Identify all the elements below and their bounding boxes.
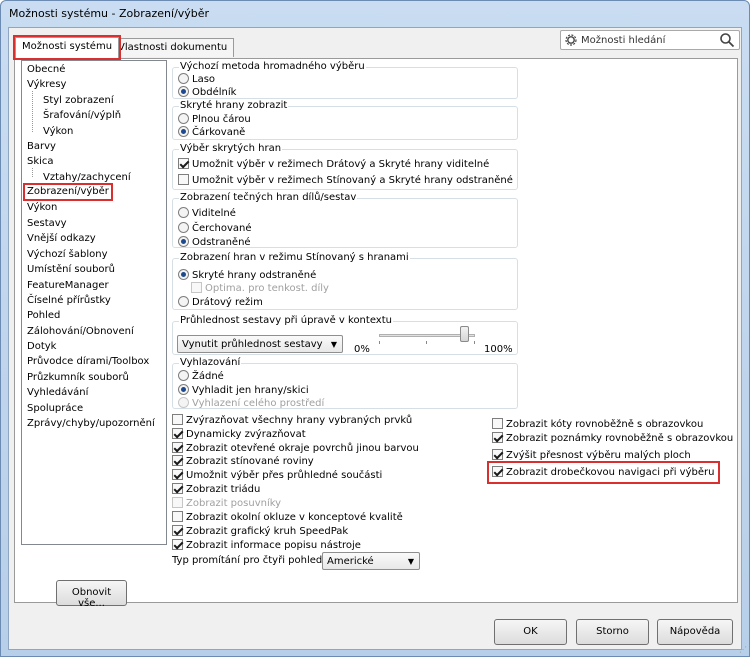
tree-item[interactable]: Výkon bbox=[27, 201, 57, 215]
check-optimize-thin[interactable]: Optima. pro tenkost. díly bbox=[191, 282, 329, 295]
tree-item[interactable]: Vnější odkazy bbox=[27, 232, 96, 246]
tree-item[interactable]: Barvy bbox=[27, 140, 56, 154]
tree-item[interactable]: Průzkumník souborů bbox=[27, 371, 129, 385]
search-icon[interactable] bbox=[719, 32, 735, 51]
radio-wireframe[interactable]: Drátový režim bbox=[178, 296, 263, 309]
radio-hidden-removed[interactable]: Skryté hrany odstraněné bbox=[178, 269, 316, 282]
tree-item-selected[interactable]: Zobrazení/výběr bbox=[23, 183, 113, 201]
tree-item[interactable]: FeatureManager bbox=[27, 279, 109, 293]
options-tree: Obecné Výkresy Styl zobrazení Šrafování/… bbox=[21, 60, 167, 545]
tab-document-properties[interactable]: Vlastnosti dokumentu bbox=[111, 38, 235, 57]
tree-item[interactable]: Skica bbox=[27, 155, 54, 169]
tree-item[interactable]: Sestavy bbox=[27, 217, 67, 231]
window-title: Možnosti systému - Zobrazení/výběr bbox=[9, 7, 210, 20]
radio-solid[interactable]: Plnou čárou bbox=[178, 113, 251, 126]
group-title: Průhlednost sestavy při úpravě v kontext… bbox=[179, 315, 393, 326]
check-select-shaded[interactable]: Umožnit výběr v režimech Stínovaný a Skr… bbox=[178, 174, 513, 187]
gear-icon bbox=[565, 34, 577, 49]
transparency-select[interactable]: Vynutit průhlednost sestavy ▼ bbox=[177, 335, 343, 353]
tree-item[interactable]: Obecné bbox=[27, 63, 65, 77]
chevron-down-icon: ▼ bbox=[330, 340, 337, 349]
transparency-slider-thumb[interactable] bbox=[460, 326, 470, 342]
tree-item[interactable]: Výkresy bbox=[27, 78, 66, 92]
cancel-button[interactable]: Storno bbox=[576, 619, 649, 645]
radio-removed[interactable]: Odstraněné bbox=[178, 236, 251, 249]
group-title: Výchozí metoda hromadného výběru bbox=[179, 61, 366, 72]
search-box[interactable]: Možnosti hledání bbox=[560, 30, 740, 50]
group-title: Vyhlazování bbox=[179, 357, 242, 368]
tab-system-options[interactable]: Možnosti systému bbox=[12, 35, 122, 60]
check-tooltip-info[interactable]: Zobrazit informace popisu nástroje bbox=[172, 539, 361, 552]
tree-item[interactable]: Zprávy/chyby/upozornění bbox=[27, 417, 155, 431]
resize-grip-icon[interactable]: ⋰ bbox=[739, 645, 747, 654]
tree-item[interactable]: Číselné přírůstky bbox=[27, 294, 111, 308]
check-select-wireframe[interactable]: Umožnit výběr v režimech Drátový a Skryt… bbox=[178, 158, 489, 171]
tree-item[interactable]: Pohled bbox=[27, 309, 60, 323]
radio-phantom[interactable]: Čerchované bbox=[178, 222, 252, 235]
reset-all-button[interactable]: Obnovit vše... bbox=[56, 580, 127, 609]
check-notes-parallel[interactable]: Zobrazit poznámky rovnoběžně s obrazovko… bbox=[492, 432, 733, 445]
search-input[interactable]: Možnosti hledání bbox=[581, 35, 665, 46]
group-title: Výběr skrytých hran bbox=[179, 143, 283, 154]
check-speedpak[interactable]: Zobrazit grafický kruh SpeedPak bbox=[172, 525, 348, 538]
group-title: Zobrazení tečných hran dílů/sestav bbox=[179, 192, 358, 203]
check-dims-parallel[interactable]: Zobrazit kóty rovnoběžně s obrazovkou bbox=[492, 418, 703, 431]
projection-label: Typ promítání pro čtyři pohledy: bbox=[172, 555, 331, 566]
check-open-edges[interactable]: Zobrazit otevřené okraje povrchů jinou b… bbox=[172, 442, 419, 455]
tree-item[interactable]: Výchozí šablony bbox=[27, 248, 108, 262]
check-triad[interactable]: Zobrazit triádu bbox=[172, 483, 260, 496]
tree-item[interactable]: Spolupráce bbox=[27, 402, 83, 416]
tree-item[interactable]: Styl zobrazení bbox=[43, 94, 114, 108]
radio-visible[interactable]: Viditelné bbox=[178, 207, 236, 220]
tree-item[interactable]: Vyhledávání bbox=[27, 386, 88, 400]
chevron-down-icon: ▼ bbox=[407, 557, 414, 566]
check-small-faces[interactable]: Zvýšit přesnost výběru malých ploch bbox=[492, 449, 691, 462]
help-button[interactable]: Nápověda bbox=[657, 619, 733, 645]
radio-obdelnik[interactable]: Obdélník bbox=[178, 86, 236, 99]
tree-item[interactable]: Umístění souborů bbox=[27, 263, 115, 277]
check-highlight-edges[interactable]: Zvýrazňovat všechny hrany vybraných prvk… bbox=[172, 414, 412, 427]
slider-max-label: 100% bbox=[484, 344, 513, 355]
tree-item[interactable]: Průvodce dírami/Toolbox bbox=[27, 355, 149, 369]
group-title: Zobrazení hran v režimu Stínovaný s hran… bbox=[179, 252, 410, 263]
ok-button[interactable]: OK bbox=[494, 619, 567, 645]
radio-smooth-edges[interactable]: Vyhladit jen hrany/skici bbox=[178, 384, 309, 397]
check-breadcrumbs[interactable]: Zobrazit drobečkovou navigaci při výběru bbox=[486, 461, 721, 484]
tree-item[interactable]: Výkon bbox=[43, 125, 73, 139]
check-dynamic-highlight[interactable]: Dynamicky zvýrazňovat bbox=[172, 428, 306, 441]
radio-none[interactable]: Žádné bbox=[178, 370, 224, 383]
group-title: Skryté hrany zobrazit bbox=[179, 100, 289, 111]
radio-dashed[interactable]: Čárkovaně bbox=[178, 126, 245, 139]
projection-select[interactable]: Americké ▼ bbox=[322, 552, 420, 570]
check-ambient-occlusion[interactable]: Zobrazit okolní okluze v konceptové kval… bbox=[172, 511, 403, 524]
tree-item[interactable]: Šrafování/výplň bbox=[43, 109, 121, 123]
check-scrollbars[interactable]: Zobrazit posuvníky bbox=[172, 497, 281, 510]
tree-item[interactable]: Vztahy/zachycení bbox=[43, 171, 131, 185]
tree-item[interactable]: Zálohování/Obnovení bbox=[27, 325, 134, 339]
check-select-transparent[interactable]: Umožnit výběr přes průhledné součásti bbox=[172, 469, 382, 482]
check-shaded-planes[interactable]: Zobrazit stínované roviny bbox=[172, 455, 314, 468]
tree-item[interactable]: Dotyk bbox=[27, 340, 56, 354]
slider-min-label: 0% bbox=[354, 344, 370, 355]
radio-laso[interactable]: Laso bbox=[178, 73, 215, 86]
radio-smooth-all[interactable]: Vyhlazení celého prostředí bbox=[178, 397, 324, 410]
options-window: Možnosti systému - Zobrazení/výběr Možno… bbox=[0, 0, 750, 657]
